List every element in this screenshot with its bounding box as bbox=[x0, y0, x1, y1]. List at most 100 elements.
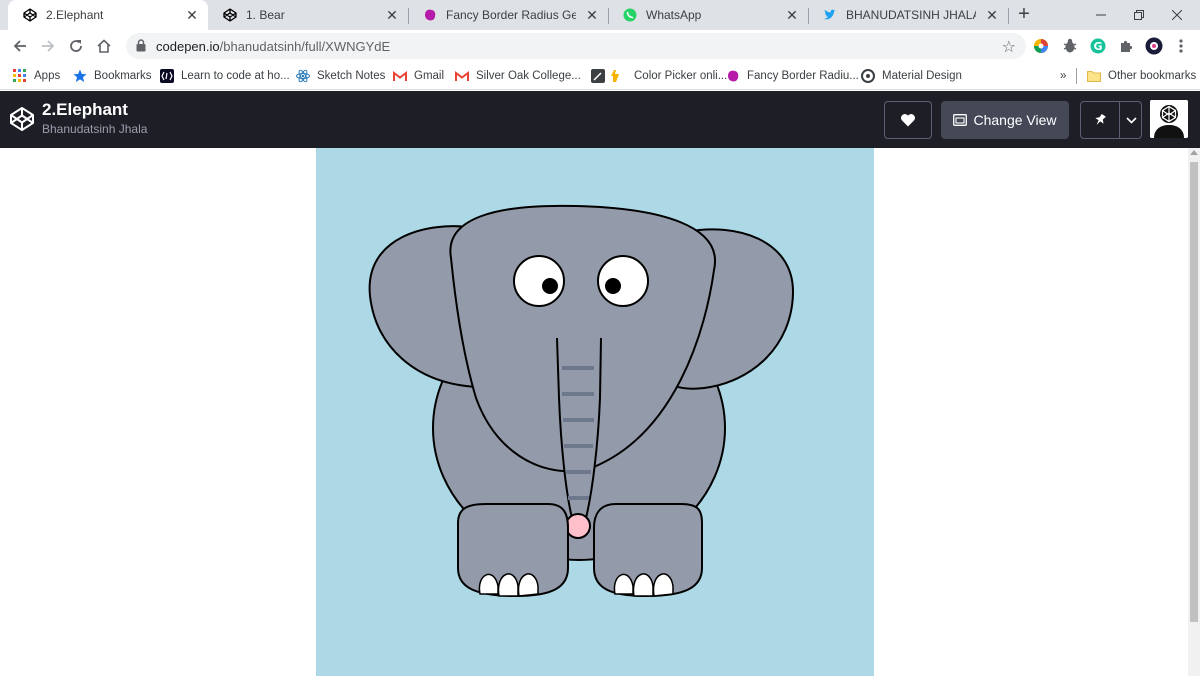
heart-icon bbox=[901, 114, 915, 127]
codepen-icon bbox=[22, 7, 38, 23]
tab-title: Fancy Border Radius Generator bbox=[446, 8, 576, 22]
reload-button[interactable] bbox=[64, 34, 88, 58]
pen-author[interactable]: Bhanudatsinh Jhala bbox=[42, 122, 147, 136]
pen-title: 2.Elephant bbox=[42, 100, 128, 119]
extensions-puzzle-icon[interactable] bbox=[1117, 37, 1135, 55]
reload-icon bbox=[70, 40, 82, 52]
bookmark-apps[interactable]: Apps bbox=[12, 67, 60, 85]
tab-separator bbox=[1008, 8, 1009, 24]
color-wheel-extension-icon[interactable] bbox=[1032, 37, 1050, 55]
fancy-border-icon bbox=[422, 7, 438, 23]
bug-extension-icon[interactable] bbox=[1061, 37, 1079, 55]
user-avatar[interactable] bbox=[1150, 100, 1188, 138]
profile-avatar-icon[interactable] bbox=[1145, 37, 1163, 55]
bookmark-material-design[interactable]: Material Design bbox=[860, 67, 962, 85]
home-button[interactable] bbox=[92, 34, 116, 58]
close-tab-icon[interactable]: ✕ bbox=[384, 7, 400, 23]
codepen-icon bbox=[222, 7, 238, 23]
close-icon bbox=[1172, 10, 1182, 20]
bookmark-label: Color Picker onli... bbox=[634, 70, 728, 82]
grammarly-icon[interactable]: G bbox=[1089, 37, 1107, 55]
url-text: codepen.io/bhanudatsinh/full/XWNGYdE bbox=[156, 39, 390, 54]
pin-icon bbox=[1095, 113, 1106, 125]
pin-button[interactable] bbox=[1080, 101, 1142, 139]
tab-title: 1. Bear bbox=[246, 8, 285, 22]
tab-elephant[interactable]: 2.Elephant ✕ bbox=[8, 0, 208, 30]
back-button[interactable] bbox=[8, 34, 32, 58]
pen-output-area bbox=[0, 148, 1188, 676]
bookmark-color-picker[interactable]: Color Picker onli... bbox=[590, 67, 727, 85]
tab-whatsapp[interactable]: WhatsApp ✕ bbox=[608, 0, 808, 30]
layout-icon bbox=[953, 114, 968, 126]
material-icon bbox=[860, 68, 876, 84]
elephant-trunk-tip bbox=[565, 513, 591, 539]
twitter-icon bbox=[822, 7, 838, 23]
forward-button[interactable] bbox=[36, 34, 60, 58]
pin-divider bbox=[1119, 102, 1120, 138]
back-arrow-icon bbox=[13, 40, 26, 52]
tab-bear[interactable]: 1. Bear ✕ bbox=[208, 0, 408, 30]
apps-grid-icon bbox=[12, 68, 28, 84]
bookmark-star-icon[interactable]: ☆ bbox=[1002, 37, 1016, 57]
more-menu-icon[interactable] bbox=[1172, 37, 1190, 55]
restore-icon bbox=[1134, 10, 1144, 20]
bookmark-label: Silver Oak College... bbox=[476, 70, 581, 82]
browser-toolbar: codepen.io/bhanudatsinh/full/XWNGYdE ☆ G bbox=[0, 30, 1200, 62]
tab-fancy-border[interactable]: Fancy Border Radius Generator ✕ bbox=[408, 0, 608, 30]
minimize-icon bbox=[1096, 14, 1106, 16]
url-host: codepen.io bbox=[156, 39, 220, 54]
bookmark-bookmarks[interactable]: Bookmarks bbox=[72, 67, 152, 85]
url-path: /bhanudatsinh/full/XWNGYdE bbox=[219, 39, 391, 54]
close-tab-icon[interactable]: ✕ bbox=[784, 7, 800, 23]
right-toenails bbox=[613, 573, 674, 597]
folder-icon bbox=[1086, 68, 1102, 84]
codepen-header: 2.Elephant Bhanudatsinh Jhala Change Vie… bbox=[0, 91, 1200, 148]
elephant-left-eye bbox=[513, 255, 565, 307]
close-tab-icon[interactable]: ✕ bbox=[984, 7, 1000, 23]
bookmark-label: Sketch Notes bbox=[317, 70, 386, 82]
gmail-icon bbox=[454, 68, 470, 84]
bookmark-fancy-border[interactable]: Fancy Border Radiu... bbox=[725, 67, 859, 85]
tab-title: BHANUDATSINH JHALA (@bha bbox=[846, 8, 976, 22]
elephant-stage bbox=[316, 148, 874, 676]
bookmark-silver-oak[interactable]: Silver Oak College... bbox=[454, 67, 581, 85]
tab-title: WhatsApp bbox=[646, 8, 702, 22]
close-tab-icon[interactable]: ✕ bbox=[184, 7, 200, 23]
bookmark-label: Material Design bbox=[882, 70, 962, 82]
bookmark-gmail[interactable]: Gmail bbox=[392, 67, 444, 85]
bookmark-label: Fancy Border Radiu... bbox=[747, 70, 859, 82]
bookmark-sketch-notes[interactable]: Sketch Notes bbox=[295, 67, 385, 85]
tab-strip: 2.Elephant ✕ 1. Bear ✕ Fancy Border Radi… bbox=[0, 0, 1200, 30]
bookmark-label: Other bookmarks bbox=[1108, 70, 1197, 82]
scrollbar-thumb[interactable] bbox=[1190, 162, 1198, 622]
change-view-button[interactable]: Change View bbox=[941, 101, 1069, 139]
codepen-logo-icon[interactable] bbox=[8, 105, 36, 133]
color-picker-icon bbox=[590, 68, 628, 84]
elephant-illustration bbox=[368, 204, 795, 598]
bookmarks-overflow-button[interactable]: » bbox=[1060, 67, 1066, 85]
scroll-up-arrow-icon[interactable] bbox=[1190, 150, 1198, 155]
forward-arrow-icon bbox=[42, 40, 55, 52]
gmail-icon bbox=[392, 68, 408, 84]
other-bookmarks[interactable]: Other bookmarks bbox=[1086, 67, 1196, 85]
svg-text:G: G bbox=[1093, 40, 1102, 53]
close-window-button[interactable] bbox=[1154, 0, 1200, 30]
like-button[interactable] bbox=[884, 101, 932, 139]
change-view-label: Change View bbox=[973, 112, 1057, 128]
address-bar[interactable]: codepen.io/bhanudatsinh/full/XWNGYdE ☆ bbox=[126, 33, 1026, 59]
star-icon bbox=[72, 68, 88, 84]
freecodecamp-icon bbox=[159, 68, 175, 84]
new-tab-button[interactable]: + bbox=[1014, 4, 1034, 25]
bookmarks-separator bbox=[1076, 68, 1077, 84]
home-icon bbox=[97, 39, 111, 53]
overflow-chevron: » bbox=[1060, 70, 1067, 82]
tab-twitter[interactable]: BHANUDATSINH JHALA (@bha ✕ bbox=[808, 0, 1008, 30]
close-tab-icon[interactable]: ✕ bbox=[584, 7, 600, 23]
chevron-down-icon[interactable] bbox=[1126, 117, 1137, 124]
react-icon bbox=[295, 68, 311, 84]
bookmark-freecodecamp[interactable]: Learn to code at ho... bbox=[159, 67, 290, 85]
vertical-scrollbar[interactable] bbox=[1188, 148, 1200, 676]
elephant-right-eye bbox=[597, 255, 649, 307]
tab-title: 2.Elephant bbox=[46, 8, 104, 22]
bookmark-label: Bookmarks bbox=[94, 70, 152, 82]
